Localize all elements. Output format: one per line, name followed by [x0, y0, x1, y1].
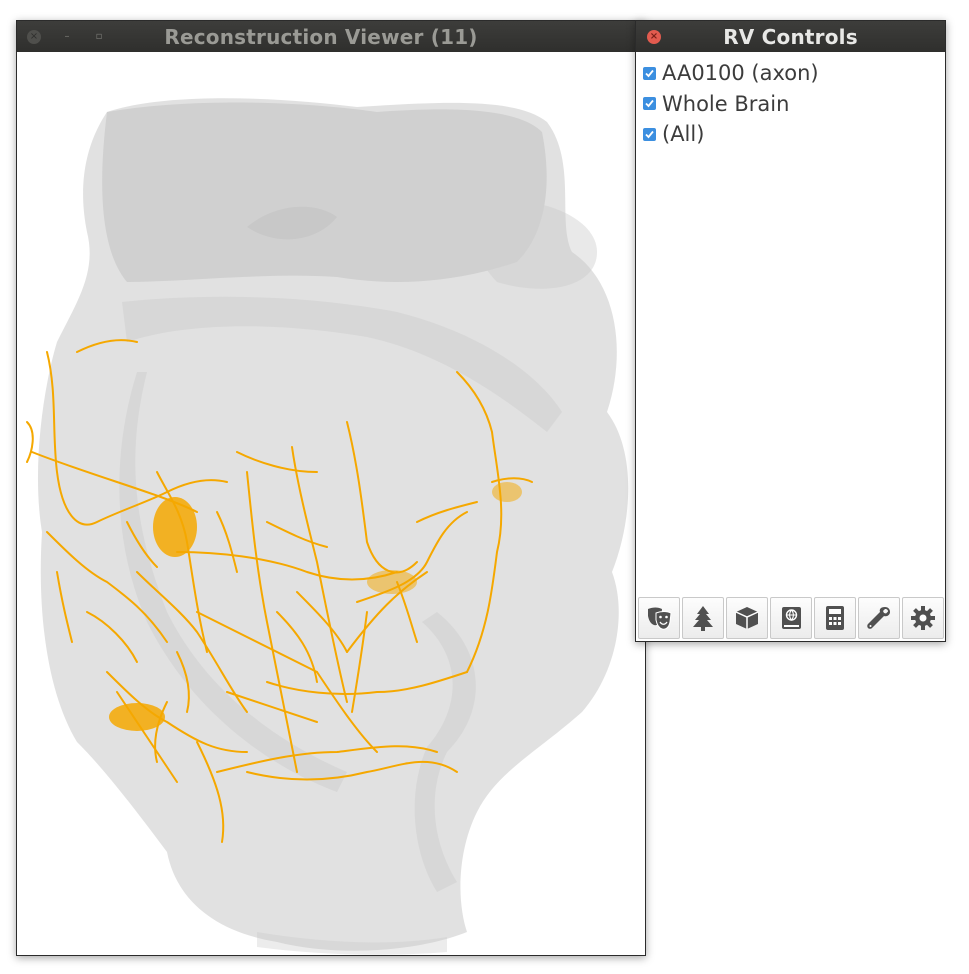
rv-controls-window: × RV Controls AA0100 (axon) Whole Brain …	[635, 20, 946, 642]
checkbox-checked-icon[interactable]	[643, 66, 656, 80]
viewer-3d-canvas[interactable]	[17, 52, 645, 955]
viewer-title: Reconstruction Viewer (11)	[164, 24, 478, 49]
controls-title: RV Controls	[723, 24, 858, 49]
settings-button[interactable]	[902, 597, 944, 639]
checklist-item-axon[interactable]: AA0100 (axon)	[643, 58, 819, 89]
close-icon: ×	[649, 31, 659, 42]
viewer-maximize-button[interactable]: ▫	[92, 30, 106, 44]
viewer-titlebar[interactable]: × – ▫ Reconstruction Viewer (11)	[17, 21, 645, 52]
gear-icon	[911, 606, 935, 630]
close-icon: ×	[29, 31, 39, 42]
tree-icon	[693, 606, 713, 631]
checklist-item-all[interactable]: (All)	[643, 119, 819, 150]
viewer-close-button[interactable]: ×	[27, 30, 41, 44]
checklist-item-label: (All)	[662, 122, 705, 147]
theater-masks-icon	[648, 607, 672, 630]
theater-masks-button[interactable]	[638, 597, 680, 639]
checklist-item-label: Whole Brain	[662, 91, 790, 116]
wrench-button[interactable]	[858, 597, 900, 639]
checkbox-checked-icon[interactable]	[643, 97, 656, 111]
visibility-checklist: AA0100 (axon) Whole Brain (All)	[643, 58, 819, 150]
checkbox-checked-icon[interactable]	[643, 127, 656, 141]
controls-toolbar	[638, 597, 946, 639]
minimize-icon: –	[64, 31, 70, 42]
cube-icon	[735, 607, 759, 629]
calculator-icon	[826, 606, 844, 630]
maximize-icon: ▫	[95, 31, 103, 42]
atlas-icon	[782, 607, 801, 629]
wrench-icon	[867, 607, 890, 629]
controls-close-button[interactable]: ×	[647, 30, 661, 44]
tree-button[interactable]	[682, 597, 724, 639]
atlas-button[interactable]	[770, 597, 812, 639]
brain-render	[26, 98, 629, 955]
calculator-button[interactable]	[814, 597, 856, 639]
checklist-item-label: AA0100 (axon)	[662, 61, 819, 86]
reconstruction-viewer-window: × – ▫ Reconstruction Viewer (11)	[16, 20, 646, 956]
controls-titlebar[interactable]: × RV Controls	[636, 21, 945, 52]
cube-button[interactable]	[726, 597, 768, 639]
viewer-minimize-button[interactable]: –	[60, 30, 74, 44]
checklist-item-whole-brain[interactable]: Whole Brain	[643, 89, 819, 120]
